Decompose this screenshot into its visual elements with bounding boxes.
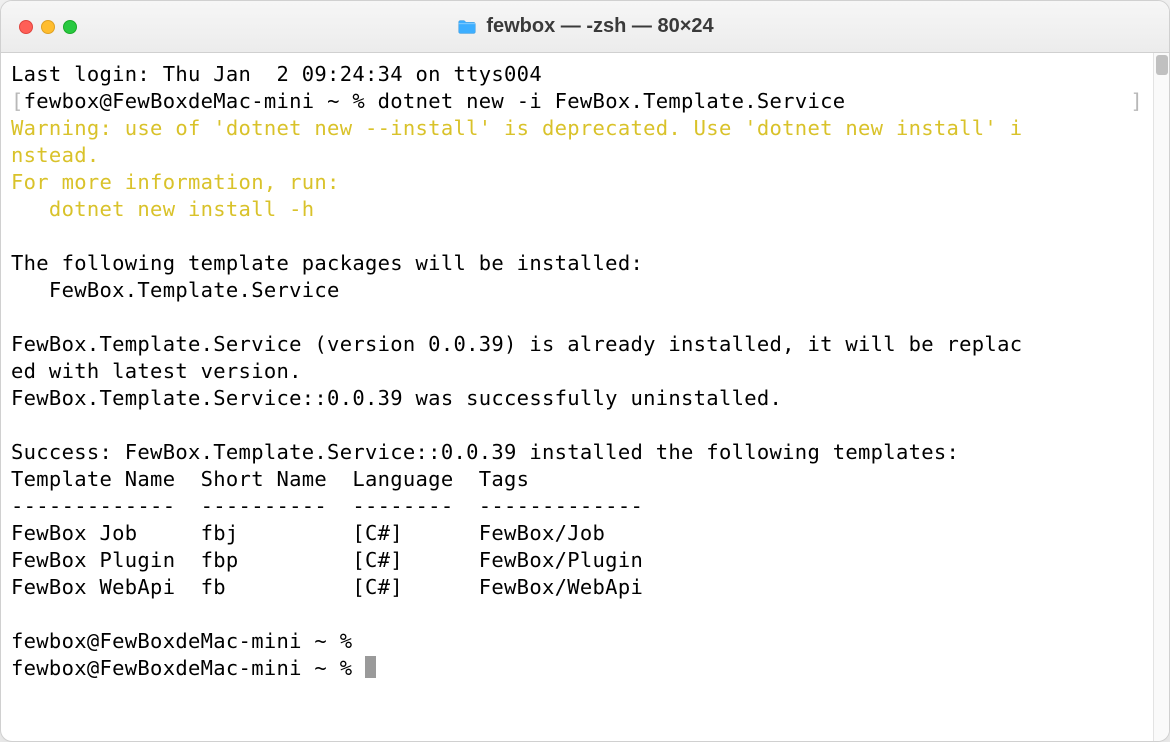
bracket-close: ]	[1130, 88, 1143, 115]
blank-line	[11, 601, 1143, 628]
prompt: fewbox@FewBoxdeMac-mini ~ %	[24, 89, 378, 113]
terminal-window: fewbox — -zsh — 80×24 Last login: Thu Ja…	[0, 0, 1170, 742]
warning-text: nstead.	[11, 142, 1143, 169]
minimize-button[interactable]	[41, 20, 55, 34]
scrollbar-thumb[interactable]	[1156, 55, 1168, 75]
close-button[interactable]	[19, 20, 33, 34]
traffic-lights	[19, 20, 77, 34]
prompt: fewbox@FewBoxdeMac-mini ~ %	[11, 656, 365, 680]
window-title-text: fewbox — -zsh — 80×24	[486, 15, 713, 38]
terminal-content[interactable]: Last login: Thu Jan 2 09:24:34 on ttys00…	[1, 53, 1153, 741]
cursor	[365, 656, 376, 678]
output-text: FewBox.Template.Service::0.0.39 was succ…	[11, 385, 1143, 412]
entered-command: dotnet new -i FewBox.Template.Service	[378, 89, 846, 113]
output-text: ed with latest version.	[11, 358, 1143, 385]
table-divider: ------------- ---------- -------- ------…	[11, 493, 1143, 520]
blank-line	[11, 223, 1143, 250]
last-login-line: Last login: Thu Jan 2 09:24:34 on ttys00…	[11, 61, 1143, 88]
prompt-line: fewbox@FewBoxdeMac-mini ~ %	[11, 628, 1143, 655]
blank-line	[11, 412, 1143, 439]
table-row: FewBox Job fbj [C#] FewBox/Job	[11, 520, 1143, 547]
warning-text: For more information, run:	[11, 169, 1143, 196]
terminal-body: Last login: Thu Jan 2 09:24:34 on ttys00…	[1, 53, 1169, 741]
window-title: fewbox — -zsh — 80×24	[456, 15, 713, 38]
output-text: FewBox.Template.Service	[11, 277, 1143, 304]
blank-line	[11, 304, 1143, 331]
folder-icon	[456, 16, 478, 38]
warning-text: Warning: use of 'dotnet new --install' i…	[11, 115, 1143, 142]
command-line: [fewbox@FewBoxdeMac-mini ~ % dotnet new …	[11, 88, 1143, 115]
success-line: Success: FewBox.Template.Service::0.0.39…	[11, 439, 1143, 466]
titlebar: fewbox — -zsh — 80×24	[1, 1, 1169, 53]
warning-text: dotnet new install -h	[11, 196, 1143, 223]
maximize-button[interactable]	[63, 20, 77, 34]
current-prompt-line[interactable]: fewbox@FewBoxdeMac-mini ~ %	[11, 655, 1143, 682]
output-text: FewBox.Template.Service (version 0.0.39)…	[11, 331, 1143, 358]
table-header: Template Name Short Name Language Tags	[11, 466, 1143, 493]
table-row: FewBox WebApi fb [C#] FewBox/WebApi	[11, 574, 1143, 601]
scrollbar[interactable]	[1153, 53, 1169, 741]
output-text: The following template packages will be …	[11, 250, 1143, 277]
table-row: FewBox Plugin fbp [C#] FewBox/Plugin	[11, 547, 1143, 574]
bracket-open: [	[11, 89, 24, 113]
